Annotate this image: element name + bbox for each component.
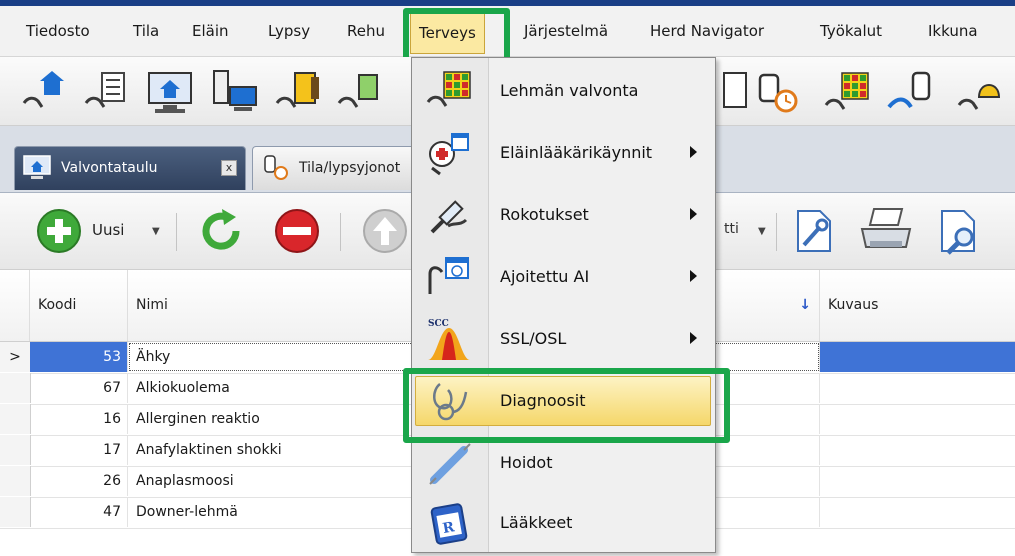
cell-code[interactable]: 16 bbox=[30, 404, 128, 434]
menu-item-laakkeet[interactable]: R Lääkkeet bbox=[412, 492, 715, 554]
timed-ai-icon bbox=[428, 257, 469, 294]
tab-tila-lypsyjonot[interactable]: Tila/lypsyjonot bbox=[252, 146, 422, 190]
report-button-label[interactable]: tti bbox=[724, 221, 739, 237]
row-indicator bbox=[0, 373, 31, 403]
vet-visit-icon bbox=[429, 133, 469, 176]
edit-settings-icon[interactable] bbox=[790, 207, 838, 255]
column-header-nimi-label: Nimi bbox=[136, 297, 168, 313]
menu-highlight-frame bbox=[403, 8, 510, 64]
syringe-icon bbox=[429, 443, 471, 485]
menu-item-label: Ajoitettu AI bbox=[500, 267, 590, 286]
tab-valvontataulu[interactable]: Valvontataulu x bbox=[14, 146, 246, 190]
milk-clock-icon bbox=[264, 155, 288, 180]
current-row-marker: > bbox=[0, 342, 31, 372]
toolbar-separator bbox=[776, 213, 777, 251]
cow-feed-icon[interactable] bbox=[273, 67, 323, 117]
vaccination-icon bbox=[430, 200, 468, 234]
add-icon[interactable] bbox=[34, 207, 84, 255]
toolbar-separator bbox=[340, 213, 341, 251]
cow-monitor-grid-icon[interactable] bbox=[822, 67, 872, 117]
submenu-arrow-icon bbox=[690, 146, 697, 158]
print-preview-icon[interactable] bbox=[934, 207, 984, 255]
cow-health-icon[interactable] bbox=[335, 67, 385, 117]
row-indicator bbox=[0, 466, 31, 496]
menu-item-label: Lehmän valvonta bbox=[500, 81, 639, 100]
submenu-arrow-icon bbox=[690, 208, 697, 220]
scc-icon-text: SCC bbox=[428, 319, 449, 329]
submenu-arrow-icon bbox=[690, 332, 697, 344]
toolbar-separator bbox=[176, 213, 177, 251]
cow-card-icon[interactable] bbox=[80, 67, 130, 117]
menu-item-label: Lääkkeet bbox=[500, 513, 573, 532]
menu-item-label: Eläinlääkärikäynnit bbox=[500, 143, 653, 162]
close-tab-icon[interactable]: x bbox=[221, 160, 237, 176]
cell-code[interactable]: 26 bbox=[30, 466, 128, 496]
menu-rehu[interactable]: Rehu bbox=[347, 6, 385, 56]
menu-item-elainlaakarikaynnit[interactable]: Eläinlääkärikäynnit bbox=[412, 122, 715, 184]
scc-icon: SCC bbox=[428, 319, 470, 360]
row-indicator bbox=[0, 497, 31, 527]
new-dropdown-caret-icon[interactable]: ▼ bbox=[152, 226, 160, 237]
menu-lypsy[interactable]: Lypsy bbox=[268, 6, 310, 56]
cell-description[interactable] bbox=[820, 435, 1015, 465]
tab-label: Valvontataulu bbox=[61, 160, 158, 176]
menu-tyokalut[interactable]: Työkalut bbox=[820, 6, 882, 56]
menu-item-ssl-osl[interactable]: SCC SSL/OSL bbox=[412, 308, 715, 370]
row-indicator bbox=[0, 435, 31, 465]
bottle-clock-icon[interactable] bbox=[752, 67, 802, 117]
cell-code[interactable]: 53 bbox=[30, 342, 128, 372]
cow-home-icon[interactable] bbox=[18, 67, 68, 117]
menu-herd-navigator[interactable]: Herd Navigator bbox=[650, 6, 764, 56]
print-icon[interactable] bbox=[858, 207, 914, 255]
menu-item-rokotukset[interactable]: Rokotukset bbox=[412, 184, 715, 246]
menu-elain[interactable]: Eläin bbox=[192, 6, 229, 56]
row-indicator-header bbox=[0, 270, 30, 341]
cell-code[interactable]: 47 bbox=[30, 497, 128, 527]
cell-code[interactable]: 67 bbox=[30, 373, 128, 403]
column-header-koodi[interactable]: Koodi bbox=[30, 270, 128, 341]
cell-description[interactable] bbox=[820, 373, 1015, 403]
cell-description[interactable] bbox=[820, 466, 1015, 496]
menu-item-label: SSL/OSL bbox=[500, 329, 567, 348]
submenu-arrow-icon bbox=[690, 270, 697, 282]
cell-code[interactable]: 17 bbox=[30, 435, 128, 465]
cell-description[interactable] bbox=[820, 404, 1015, 434]
diagnoosit-highlight-frame bbox=[403, 368, 730, 443]
cell-description[interactable] bbox=[820, 342, 1015, 372]
menu-jarjestelma[interactable]: Järjestelmä bbox=[524, 6, 608, 56]
refresh-icon[interactable] bbox=[196, 207, 246, 255]
prescription-icon: R bbox=[430, 503, 468, 545]
column-header-kuvaus[interactable]: Kuvaus bbox=[820, 270, 1015, 341]
computer-icon[interactable] bbox=[210, 67, 260, 117]
new-button-label[interactable]: Uusi bbox=[92, 221, 124, 239]
cow-monitor-icon bbox=[426, 71, 471, 107]
menu-item-ajoitettu-ai[interactable]: Ajoitettu AI bbox=[412, 246, 715, 308]
milking-bottle-icon[interactable] bbox=[885, 67, 935, 117]
cell-description[interactable] bbox=[820, 497, 1015, 527]
menu-item-lehman-valvonta[interactable]: Lehmän valvonta bbox=[412, 60, 715, 122]
report-dropdown-caret-icon[interactable]: ▼ bbox=[758, 226, 766, 237]
cow-bell-icon[interactable] bbox=[955, 67, 1005, 117]
delete-icon[interactable] bbox=[272, 207, 322, 255]
menu-item-label: Rokotukset bbox=[500, 205, 589, 224]
tab-label: Tila/lypsyjonot bbox=[299, 160, 401, 176]
menu-tila[interactable]: Tila bbox=[133, 6, 159, 56]
menu-tiedosto[interactable]: Tiedosto bbox=[26, 6, 90, 56]
menu-ikkuna[interactable]: Ikkuna bbox=[928, 6, 978, 56]
home-monitor-icon[interactable] bbox=[145, 67, 195, 117]
row-indicator bbox=[0, 404, 31, 434]
move-up-icon[interactable] bbox=[360, 207, 410, 255]
terveys-dropdown-menu: Lehmän valvonta Eläinlääkärikäynnit Roko… bbox=[411, 57, 716, 553]
sort-arrow-icon[interactable]: ↓ bbox=[799, 270, 811, 341]
home-monitor-icon bbox=[23, 155, 51, 179]
